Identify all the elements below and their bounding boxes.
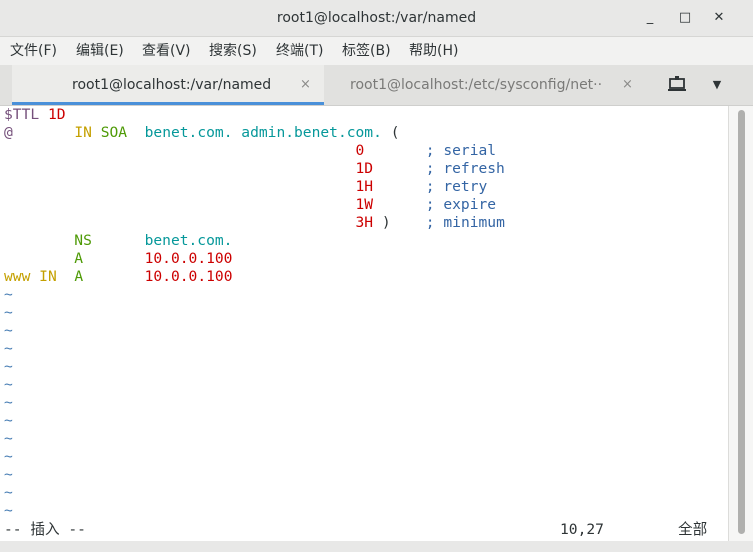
comment-sep: ;	[425, 196, 435, 213]
scrollbar-thumb[interactable]	[738, 110, 745, 534]
comment-sep: ;	[425, 160, 435, 177]
menu-search[interactable]: 搜索(S)	[209, 37, 257, 65]
file-line: 1W ; expire	[4, 196, 496, 214]
window-bottom-edge	[0, 541, 753, 552]
title-bar[interactable]: root1@localhost:/var/named _ □ ✕	[0, 0, 753, 37]
maximize-button[interactable]: □	[674, 7, 696, 29]
comment-sep: ;	[425, 214, 435, 231]
menu-terminal[interactable]: 终端(T)	[276, 37, 323, 65]
www-name: www	[4, 268, 31, 285]
vim-mode: -- 插入 --	[4, 521, 86, 538]
record-type-ns: NS	[74, 232, 92, 249]
menu-tabs[interactable]: 标签(B)	[342, 37, 391, 65]
minimum-value: 3H	[355, 214, 374, 231]
empty-line-tilde: ~	[4, 502, 13, 519]
empty-line-tilde: ~	[4, 358, 13, 375]
menu-bar: 文件(F) 编辑(E) 查看(V) 搜索(S) 终端(T) 标签(B) 帮助(H…	[0, 37, 753, 65]
record-type-a: A	[74, 268, 84, 285]
soa-close-paren: )	[381, 214, 391, 231]
soa-primary-ns: benet.com.	[144, 124, 233, 141]
serial-comment: serial	[443, 142, 497, 159]
cursor-position: 10,27	[560, 521, 604, 538]
tab-var-named[interactable]: root1@localhost:/var/named ×	[12, 65, 324, 105]
class-in: IN	[39, 268, 57, 285]
file-line: $TTL 1D	[4, 106, 66, 124]
menu-edit[interactable]: 编辑(E)	[76, 37, 124, 65]
soa-admin: admin.benet.com.	[241, 124, 382, 141]
vim-status-line: -- 插入 -- 10,27 全部	[4, 521, 724, 539]
retry-value: 1H	[355, 178, 374, 195]
menu-file[interactable]: 文件(F)	[10, 37, 57, 65]
scroll-scope: 全部	[678, 521, 708, 538]
file-line: 0 ; serial	[4, 142, 496, 160]
file-line: NS benet.com.	[4, 232, 232, 250]
retry-comment: retry	[443, 178, 488, 195]
tab-sysconfig-network[interactable]: root1@localhost:/etc/sysconfig/net··· ×	[326, 65, 638, 105]
class-in: IN	[74, 124, 92, 141]
file-line: 3H ) ; minimum	[4, 214, 505, 232]
empty-line-tilde: ~	[4, 430, 13, 447]
empty-line-tilde: ~	[4, 322, 13, 339]
terminal-content[interactable]: $TTL 1D @ IN SOA benet.com. admin.benet.…	[0, 106, 728, 541]
file-line: www IN A 10.0.0.100	[4, 268, 233, 286]
a-value: 10.0.0.100	[144, 250, 233, 267]
menu-view[interactable]: 查看(V)	[142, 37, 191, 65]
record-type-a: A	[74, 250, 84, 267]
new-tab-icon[interactable]	[664, 73, 690, 97]
empty-line-tilde: ~	[4, 376, 13, 393]
empty-line-tilde: ~	[4, 340, 13, 357]
comment-sep: ;	[425, 142, 435, 159]
www-a-value: 10.0.0.100	[144, 268, 233, 285]
tab-close-icon[interactable]: ×	[622, 65, 633, 105]
record-type-soa: SOA	[100, 124, 128, 141]
empty-line-tilde: ~	[4, 448, 13, 465]
tab-close-icon[interactable]: ×	[300, 65, 311, 105]
ttl-directive: $TTL	[4, 106, 40, 123]
close-button[interactable]: ✕	[708, 7, 730, 29]
soa-open-paren: (	[390, 124, 400, 141]
ns-value: benet.com.	[144, 232, 233, 249]
expire-value: 1W	[355, 196, 374, 213]
comment-sep: ;	[425, 178, 435, 195]
terminal-window: root1@localhost:/var/named _ □ ✕ 文件(F) 编…	[0, 0, 753, 552]
ttl-value: 1D	[47, 106, 66, 123]
empty-line-tilde: ~	[4, 286, 13, 303]
serial-value: 0	[355, 142, 365, 159]
minimize-button[interactable]: _	[639, 7, 661, 29]
minimum-comment: minimum	[443, 214, 505, 231]
refresh-value: 1D	[355, 160, 374, 177]
empty-line-tilde: ~	[4, 412, 13, 429]
file-line: 1D ; refresh	[4, 160, 505, 178]
refresh-comment: refresh	[443, 160, 505, 177]
empty-line-tilde: ~	[4, 304, 13, 321]
tab-label: root1@localhost:/var/named	[72, 77, 272, 93]
file-line: A 10.0.0.100	[4, 250, 232, 268]
file-line: @ IN SOA benet.com. admin.benet.com. (	[4, 124, 399, 142]
expire-comment: expire	[443, 196, 497, 213]
origin-symbol: @	[4, 124, 13, 141]
tab-label: root1@localhost:/etc/sysconfig/net···	[350, 77, 602, 93]
empty-line-tilde: ~	[4, 394, 13, 411]
file-line: 1H ; retry	[4, 178, 487, 196]
empty-line-tilde: ~	[4, 466, 13, 483]
vertical-scrollbar[interactable]	[728, 106, 753, 541]
chevron-down-icon[interactable]: ▼	[706, 73, 728, 97]
empty-line-tilde: ~	[4, 484, 13, 501]
menu-help[interactable]: 帮助(H)	[409, 37, 458, 65]
tab-bar: root1@localhost:/var/named × root1@local…	[0, 65, 753, 106]
